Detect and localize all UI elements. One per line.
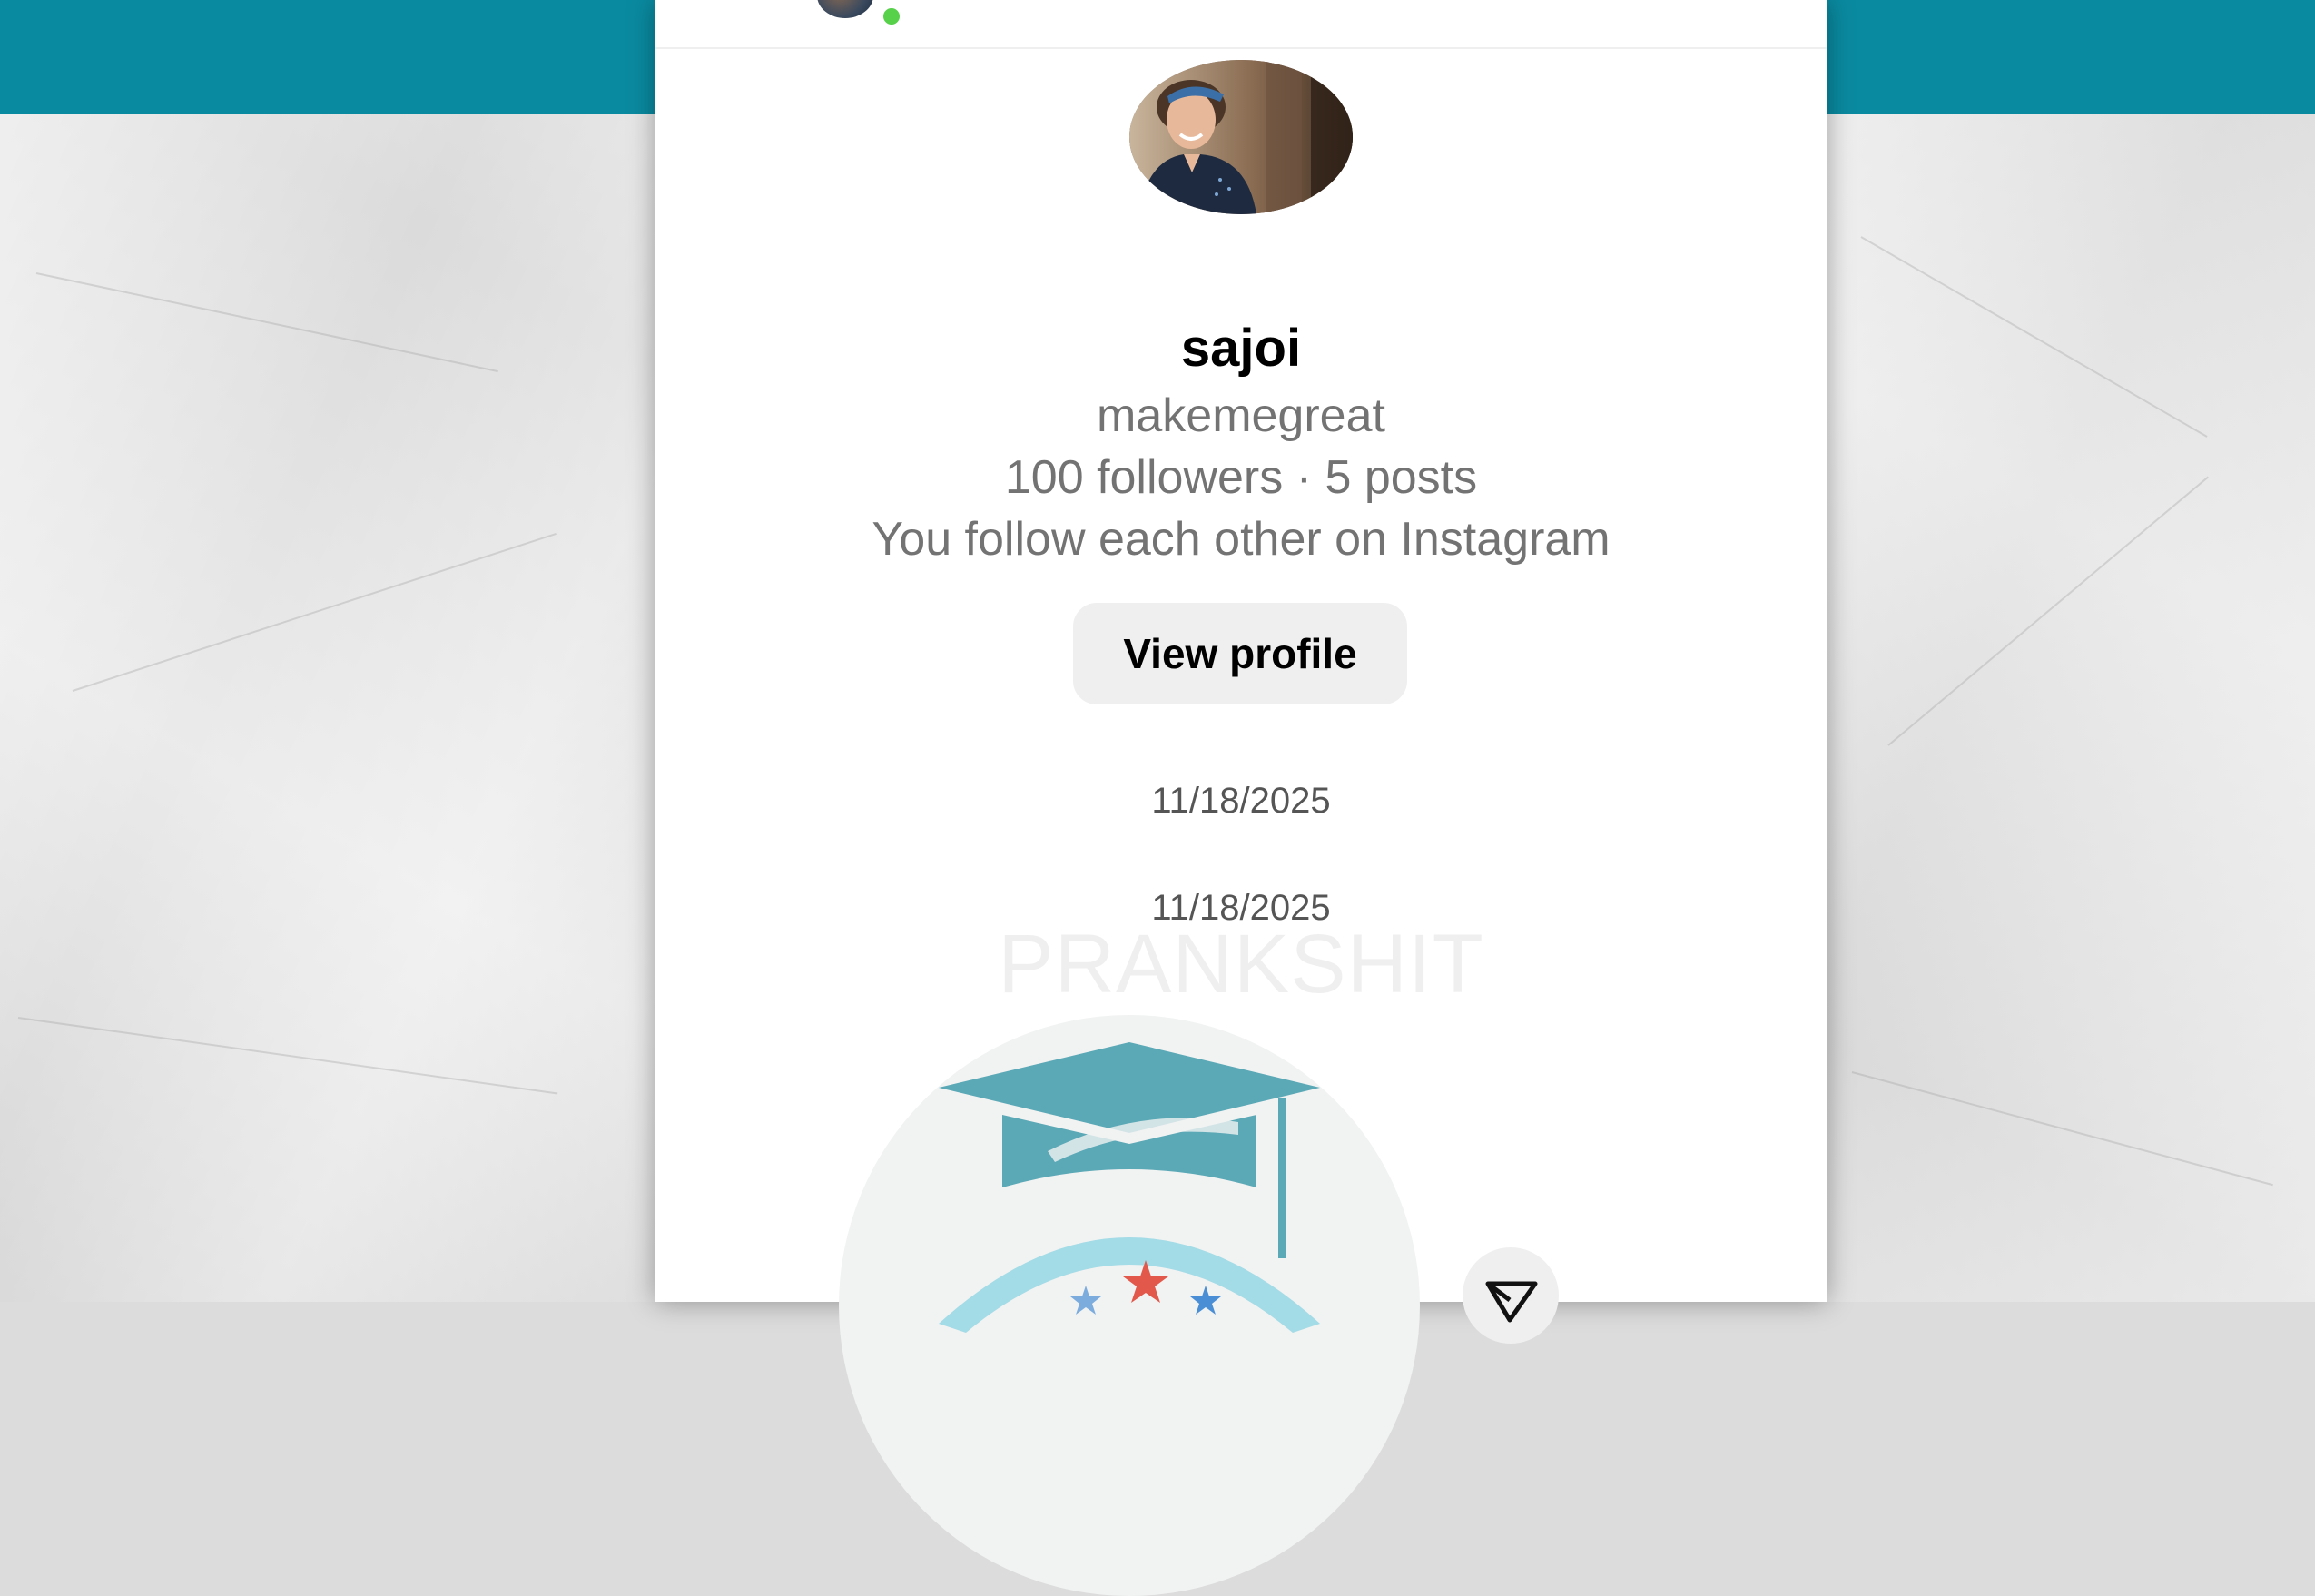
- paper-crease: [35, 272, 498, 373]
- thread-date-divider: 11/18/2025: [1151, 781, 1331, 821]
- profile-username: makemegreat: [1097, 389, 1385, 442]
- profile-avatar[interactable]: [1129, 60, 1353, 214]
- profile-stats: 100 followers · 5 posts: [1004, 451, 1478, 504]
- profile-photo-illustration: [1129, 60, 1353, 214]
- chat-panel: sajoi makemegreat 100 followers · 5 post…: [655, 0, 1827, 1596]
- view-profile-button[interactable]: View profile: [1073, 603, 1407, 704]
- paper-crease: [17, 1017, 558, 1095]
- paper-crease: [1887, 476, 2210, 746]
- profile-display-name: sajoi: [1180, 319, 1302, 378]
- logo-star-icon: [1070, 1286, 1101, 1315]
- paper-crease: [1851, 1071, 2273, 1187]
- logo-star-icon: [1190, 1286, 1221, 1315]
- paper-crease: [1860, 236, 2208, 438]
- chat-header: [655, 0, 1827, 49]
- watermark-text: PRANKSHIT: [998, 918, 1484, 1010]
- paper-crease: [72, 532, 557, 692]
- share-button[interactable]: [1463, 1247, 1559, 1344]
- shared-image-message[interactable]: [839, 1015, 1420, 1596]
- mutual-follow-note: You follow each other on Instagram: [872, 513, 1611, 566]
- graduation-cap-logo: [939, 1042, 1320, 1333]
- header-avatar[interactable]: [817, 0, 873, 18]
- send-icon: [1485, 1281, 1538, 1323]
- online-status-icon: [881, 5, 902, 27]
